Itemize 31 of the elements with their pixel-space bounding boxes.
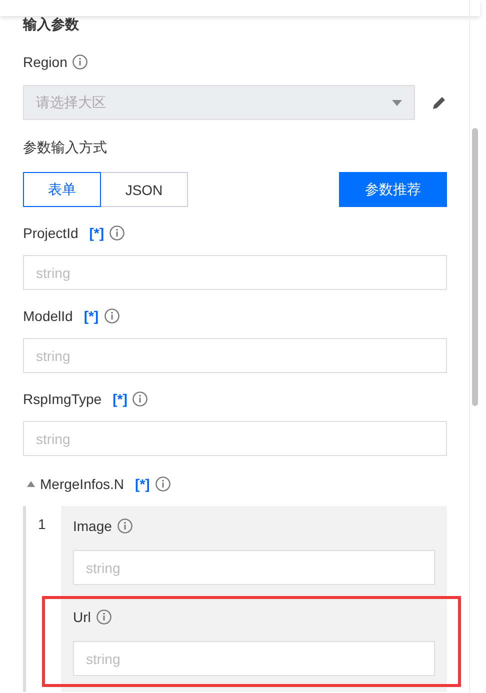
info-icon[interactable] [132, 391, 148, 407]
info-icon[interactable] [109, 225, 126, 241]
field-label: ProjectId [23, 225, 78, 241]
section-title: 输入参数 [23, 16, 80, 32]
recommend-button[interactable]: 参数推荐 [339, 172, 447, 207]
field-label: 参数输入方式 [23, 139, 107, 157]
info-icon[interactable] [96, 609, 112, 625]
required-mark: [*] [112, 391, 128, 407]
field-label: Region [23, 54, 68, 70]
info-icon[interactable] [104, 308, 120, 324]
scrollbar[interactable] [469, 0, 480, 693]
field-label: Image [73, 518, 112, 534]
mode-tab[interactable]: 表单 [23, 172, 101, 207]
input-field[interactable]: string [23, 255, 447, 290]
input-field[interactable]: string [73, 550, 435, 585]
pencil-icon[interactable] [431, 94, 447, 110]
mode-tab[interactable]: JSON [101, 172, 188, 207]
collapse-icon[interactable] [27, 481, 35, 487]
required-mark: [*] [89, 225, 104, 241]
field-label: MergeInfos.N [40, 476, 124, 492]
input-field[interactable]: string [73, 641, 435, 676]
field-label: Url [73, 609, 91, 625]
field-label: RspImgType [23, 391, 102, 407]
required-mark: [*] [135, 476, 150, 492]
input-field[interactable]: string [23, 338, 447, 373]
input-field[interactable]: string [23, 421, 447, 456]
field-label: ModelId [23, 308, 73, 324]
info-icon[interactable] [72, 54, 88, 70]
info-icon[interactable] [154, 476, 171, 492]
info-icon[interactable] [116, 518, 133, 534]
required-mark: [*] [84, 308, 99, 324]
